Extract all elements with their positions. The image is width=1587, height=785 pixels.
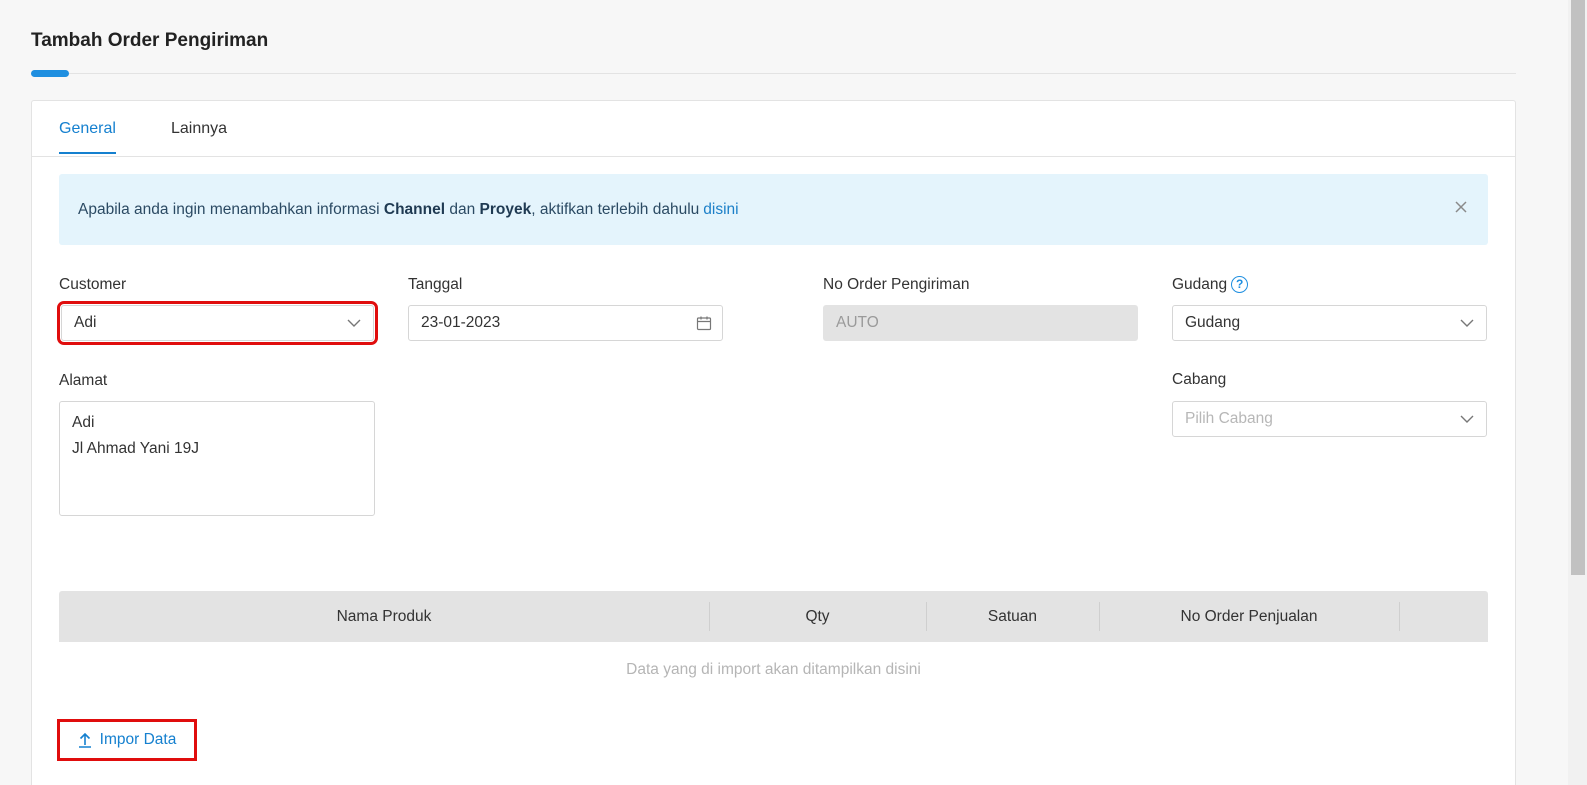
no-order-field: AUTO [823, 305, 1138, 341]
customer-select[interactable]: Adi [57, 301, 378, 345]
title-divider [31, 73, 1516, 74]
column-header-nama-produk: Nama Produk [336, 607, 432, 625]
column-header-qty: Qty [805, 607, 830, 625]
chevron-down-icon [1460, 316, 1474, 330]
column-header-no-order-penjualan: No Order Penjualan [1180, 607, 1318, 625]
no-order-value: AUTO [836, 314, 879, 331]
column-divider [1399, 602, 1400, 631]
alert-channel: Channel [383, 200, 446, 218]
gudang-label-group: Gudang? [1172, 276, 1249, 294]
no-order-label: No Order Pengiriman [823, 276, 970, 293]
gudang-value: Gudang [1185, 314, 1241, 331]
tab-general[interactable]: General [59, 120, 116, 154]
cabang-placeholder: Pilih Cabang [1185, 410, 1273, 427]
info-alert: Apabila anda ingin menambahkan informasi… [59, 174, 1488, 245]
alert-text-mid: dan [449, 200, 476, 218]
tanggal-value: 23-01-2023 [421, 314, 501, 331]
upload-icon [78, 732, 91, 748]
alamat-label: Alamat [59, 372, 108, 389]
column-header-satuan: Satuan [987, 607, 1038, 625]
alamat-textarea[interactable]: Adi Jl Ahmad Yani 19J [59, 401, 375, 516]
customer-value: Adi [74, 314, 97, 331]
chevron-down-icon [347, 316, 361, 330]
gudang-select[interactable]: Gudang [1172, 305, 1487, 341]
tab-bar: General Lainnya [32, 101, 1515, 157]
alert-text: Apabila anda ingin menambahkan informasi… [78, 201, 739, 219]
alert-proyek: Proyek [479, 200, 532, 218]
tab-lainnya[interactable]: Lainnya [171, 120, 227, 152]
tanggal-label: Tanggal [408, 276, 463, 293]
alert-text-suffix: , aktifkan terlebih dahulu [531, 200, 700, 218]
form-card: General Lainnya Apabila anda ingin menam… [31, 100, 1516, 785]
page-scrollbar[interactable] [1568, 0, 1587, 785]
alamat-line-2: Jl Ahmad Yani 19J [72, 440, 199, 457]
tanggal-input[interactable]: 23-01-2023 [408, 305, 723, 341]
table-header: Nama Produk Qty Satuan No Order Penjuala… [59, 591, 1488, 642]
chevron-down-icon [1460, 412, 1474, 426]
alert-text-prefix: Apabila anda ingin menambahkan informasi [78, 200, 380, 218]
alamat-line-1: Adi [72, 414, 95, 431]
import-data-button[interactable]: Impor Data [57, 719, 197, 761]
import-data-label: Impor Data [99, 731, 177, 748]
close-icon[interactable] [1454, 200, 1470, 216]
scrollbar-thumb[interactable] [1571, 0, 1585, 575]
cabang-select[interactable]: Pilih Cabang [1172, 401, 1487, 437]
customer-label: Customer [59, 276, 127, 293]
calendar-icon[interactable] [696, 315, 712, 331]
page-title: Tambah Order Pengiriman [31, 30, 269, 51]
title-accent-bar [31, 70, 69, 77]
cabang-label: Cabang [1172, 371, 1227, 388]
table-empty-message: Data yang di import akan ditampilkan dis… [626, 661, 921, 678]
alert-link-disini[interactable]: disini [703, 201, 738, 218]
gudang-label: Gudang [1172, 276, 1228, 293]
help-icon[interactable]: ? [1231, 276, 1249, 293]
